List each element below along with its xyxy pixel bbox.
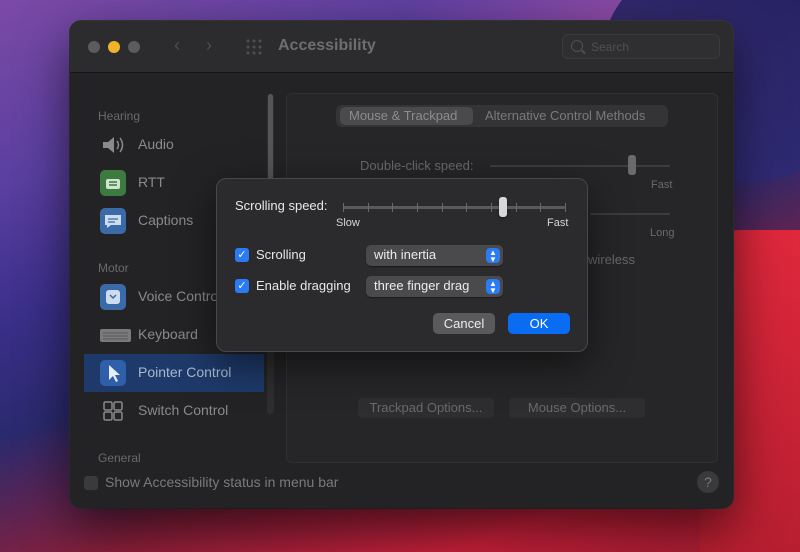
slider-tick — [392, 203, 393, 212]
delay-long-label: Long — [650, 227, 675, 239]
close-window-button[interactable] — [88, 41, 100, 53]
search-icon — [571, 40, 583, 52]
sidebar-item-label: Voice Control — [138, 288, 222, 304]
dragging-popup[interactable]: three finger drag ▲ ▼ — [366, 276, 503, 297]
trackpad-options-button[interactable]: Trackpad Options... — [358, 398, 494, 418]
chevron-updown-icon: ▲ ▼ — [486, 248, 500, 264]
show-status-checkbox[interactable] — [84, 476, 98, 490]
slider-tick — [540, 203, 541, 212]
title-bar: ‹ › Accessibility Search — [70, 21, 733, 73]
slider-tick — [417, 203, 418, 212]
tab-segmented-control[interactable]: Mouse & Trackpad Alternative Control Met… — [336, 105, 668, 127]
speaker-icon — [100, 132, 126, 158]
keyboard-icon — [100, 322, 131, 348]
double-click-speed-track[interactable] — [490, 165, 670, 167]
sidebar-item-audio[interactable]: Audio — [84, 126, 264, 164]
window-title: Accessibility — [278, 37, 376, 54]
sidebar-item-label: Switch Control — [138, 402, 229, 418]
scrolling-speed-label: Scrolling speed: — [235, 198, 328, 213]
forward-button[interactable]: › — [206, 35, 212, 56]
delay-track[interactable] — [590, 213, 670, 215]
slider-tick — [442, 203, 443, 212]
double-click-speed-knob[interactable] — [628, 155, 636, 175]
sidebar-item-pointer-control[interactable]: Pointer Control — [84, 354, 264, 392]
enable-dragging-checkbox[interactable]: ✓ — [235, 279, 249, 293]
show-all-grid-icon[interactable] — [245, 38, 263, 56]
scrolling-checkbox[interactable]: ✓ — [235, 248, 249, 262]
trackpad-options-sheet: Scrolling speed: Slow Fast ✓ Scrolling w… — [216, 178, 588, 352]
chevron-updown-icon: ▲ ▼ — [486, 279, 500, 295]
pointer-icon — [100, 360, 126, 386]
cancel-button[interactable]: Cancel — [433, 313, 495, 334]
fast-label: Fast — [547, 217, 569, 229]
help-button[interactable]: ? — [697, 471, 719, 493]
wireless-text: wireless — [588, 252, 635, 267]
show-status-label: Show Accessibility status in menu bar — [105, 474, 339, 490]
slider-tick — [516, 203, 517, 212]
slow-label: Slow — [336, 217, 360, 229]
scrolling-popup-value: with inertia — [374, 247, 437, 262]
zoom-window-button[interactable] — [128, 41, 140, 53]
captions-icon — [100, 208, 126, 234]
sidebar-item-label: Pointer Control — [138, 364, 232, 380]
slider-tick — [565, 203, 566, 212]
sidebar-item-label: Audio — [138, 136, 174, 152]
tab-mouse-trackpad[interactable]: Mouse & Trackpad — [340, 107, 473, 125]
voice-control-icon — [100, 284, 126, 310]
rtt-icon — [100, 170, 126, 196]
ok-button[interactable]: OK — [508, 313, 570, 334]
switch-control-icon — [100, 398, 126, 424]
tab-alternative-control-methods[interactable]: Alternative Control Methods — [485, 108, 645, 123]
scrolling-popup[interactable]: with inertia ▲ ▼ — [366, 245, 503, 266]
enable-dragging-label: Enable dragging — [256, 278, 351, 293]
slider-tick — [491, 203, 492, 212]
slider-tick — [466, 203, 467, 212]
search-placeholder: Search — [591, 40, 630, 54]
back-button[interactable]: ‹ — [174, 35, 180, 56]
minimize-window-button[interactable] — [108, 41, 120, 53]
sidebar-section-header: Hearing — [98, 109, 141, 123]
search-input[interactable]: Search — [562, 34, 720, 59]
scrolling-label: Scrolling — [256, 247, 306, 262]
sidebar-item-switch-control[interactable]: Switch Control — [84, 392, 264, 430]
double-click-fast-label: Fast — [651, 179, 673, 191]
sidebar-section-header: Motor — [98, 261, 129, 275]
scrolling-speed-track[interactable] — [343, 206, 565, 209]
dragging-popup-value: three finger drag — [374, 278, 470, 293]
sidebar-item-label: Keyboard — [138, 326, 198, 342]
sidebar-item-label: RTT — [138, 174, 165, 190]
mouse-options-button[interactable]: Mouse Options... — [509, 398, 645, 418]
sidebar-item-label: Captions — [138, 212, 194, 228]
slider-tick — [343, 203, 344, 212]
slider-tick — [368, 203, 369, 212]
double-click-speed-label: Double-click speed: — [360, 158, 474, 173]
scrolling-speed-knob[interactable] — [499, 197, 507, 217]
sidebar-section-header: General — [98, 451, 141, 463]
